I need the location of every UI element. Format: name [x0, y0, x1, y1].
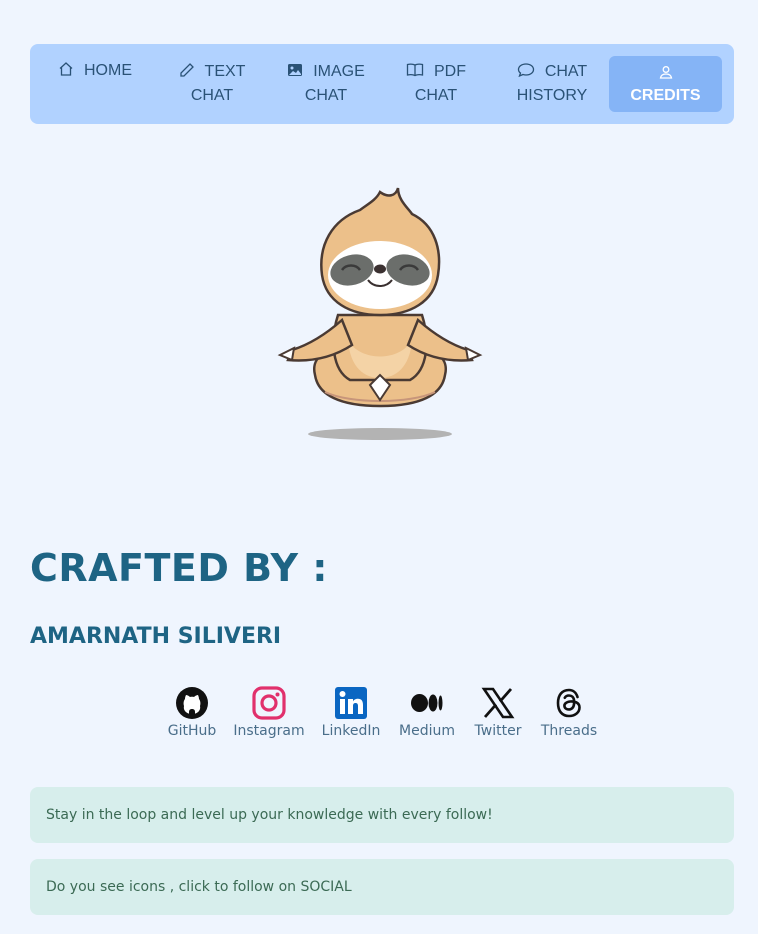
social-instagram[interactable]: Instagram: [232, 686, 306, 739]
nav-home[interactable]: HOME: [58, 59, 142, 115]
linkedin-icon: [318, 686, 384, 720]
info-box-follow: Stay in the loop and level up your knowl…: [30, 787, 734, 843]
meditating-sloth-illustration: [270, 180, 490, 450]
nav-text-chat[interactable]: TEXT CHAT: [168, 60, 256, 116]
social-instagram-label: Instagram: [233, 723, 305, 739]
book-icon: [406, 62, 424, 78]
nav-home-label: HOME: [84, 62, 132, 79]
author-name: AMARNATH SILIVERI: [30, 624, 282, 649]
nav-text-label-2: CHAT: [190, 87, 234, 104]
image-icon: [287, 62, 303, 78]
nav-pdf-label-2: CHAT: [414, 87, 458, 104]
social-linkedin[interactable]: LinkedIn: [318, 686, 384, 739]
nav-credits-label: CREDITS: [630, 87, 701, 104]
x-twitter-icon: [470, 686, 526, 720]
nav-pdf-label-1: PDF: [434, 63, 466, 80]
social-threads[interactable]: Threads: [538, 686, 600, 739]
nav-text-label-1: TEXT: [204, 63, 246, 80]
social-twitter[interactable]: Twitter: [470, 686, 526, 739]
social-medium-label: Medium: [399, 723, 455, 739]
social-links: GitHub Instagram LinkedIn Medium Twitter…: [0, 686, 758, 746]
user-icon: [659, 65, 673, 84]
chat-bubble-icon: [517, 62, 535, 78]
social-medium[interactable]: Medium: [396, 686, 458, 739]
credits-page: HOME TEXT CHAT IMAGE CHAT PDF CHAT CHAT …: [0, 0, 758, 934]
social-github[interactable]: GitHub: [164, 686, 220, 739]
crafted-by-heading: CRAFTED BY :: [30, 546, 328, 590]
nav-history-label-1: CHAT: [544, 63, 588, 80]
social-twitter-label: Twitter: [474, 723, 522, 739]
top-nav: HOME TEXT CHAT IMAGE CHAT PDF CHAT CHAT …: [30, 44, 734, 124]
nav-history-label-2: HISTORY: [516, 87, 588, 104]
nav-image-label-1: IMAGE: [313, 63, 365, 80]
home-icon: [58, 61, 74, 77]
nav-image-chat[interactable]: IMAGE CHAT: [280, 60, 372, 116]
social-threads-label: Threads: [540, 723, 598, 739]
nav-pdf-chat[interactable]: PDF CHAT: [392, 60, 480, 116]
medium-icon: [396, 686, 458, 720]
instagram-icon: [232, 686, 306, 720]
threads-icon: [538, 686, 600, 720]
nav-chat-history[interactable]: CHAT HISTORY: [504, 60, 600, 116]
info-box-icons-hint: Do you see icons , click to follow on SO…: [30, 859, 734, 915]
github-icon: [164, 686, 220, 720]
nav-credits[interactable]: CREDITS: [609, 56, 722, 112]
nav-image-label-2: CHAT: [304, 87, 348, 104]
social-linkedin-label: LinkedIn: [321, 723, 381, 739]
pencil-icon: [179, 62, 195, 78]
social-github-label: GitHub: [167, 723, 217, 739]
